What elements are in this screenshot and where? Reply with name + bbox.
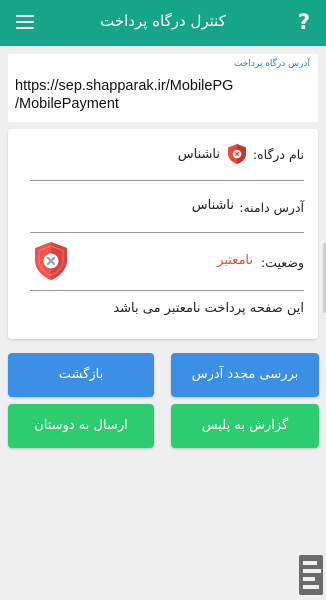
status-value: نامعتبر <box>217 253 253 268</box>
gateway-name-label: نام درگاه: <box>252 147 304 162</box>
url-box[interactable]: آدرس درگاه پرداخت https://sep.shapparak.… <box>8 54 318 122</box>
status-message: این صفحه پرداخت نامعتبر می باشد <box>113 301 304 316</box>
app-title: کنترل درگاه پرداخت <box>100 12 226 30</box>
url-line-1: https://sep.shapparak.ir/MobilePG <box>15 78 234 94</box>
result-card: نام درگاه: ناشناس آدرس دامنه: ناشناس وضع… <box>8 129 318 339</box>
invalid-shield-icon <box>35 242 67 280</box>
gateway-name-value: ناشناس <box>177 147 220 162</box>
back-button[interactable]: بازگشت <box>8 353 154 397</box>
app-bar: کنترل درگاه پرداخت ? <box>0 0 326 46</box>
url-field-label: آدرس درگاه پرداخت <box>233 59 310 69</box>
domain-value: ناشناس <box>191 198 234 213</box>
invalid-shield-small-icon <box>228 144 246 164</box>
divider <box>30 290 304 291</box>
help-icon[interactable]: ? <box>298 10 310 34</box>
document-icon <box>299 555 323 595</box>
domain-label: آدرس دامنه: <box>239 200 304 215</box>
recheck-address-button[interactable]: بررسی مجدد آدرس <box>171 353 319 397</box>
url-value[interactable]: https://sep.shapparak.ir/MobilePG /Mobil… <box>15 77 315 113</box>
url-line-2: /MobilePayment <box>15 96 119 112</box>
status-label: وضعیت: <box>261 255 304 270</box>
divider <box>30 180 304 181</box>
send-to-friends-button[interactable]: ارسال به دوستان <box>8 404 154 448</box>
divider <box>30 232 304 233</box>
report-police-button[interactable]: گزارش به پلیس <box>171 404 319 448</box>
